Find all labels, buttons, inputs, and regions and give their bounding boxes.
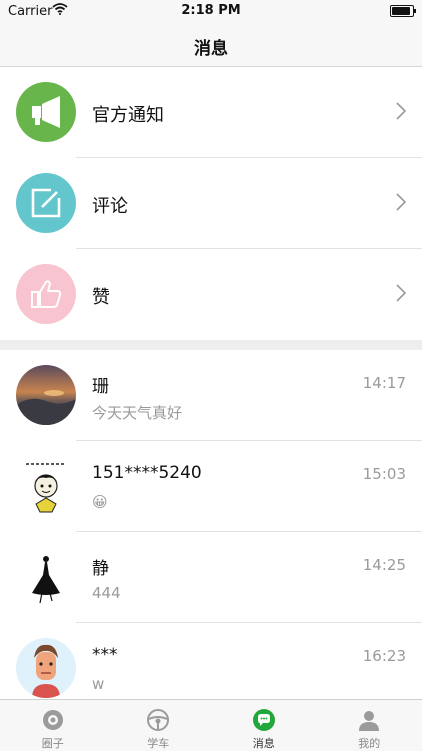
chat-message: 444 — [92, 584, 121, 602]
avatar — [16, 365, 76, 425]
status-time: 2:18 PM — [0, 3, 422, 18]
chat-message: w — [92, 675, 104, 693]
tab-label: 圈子 — [0, 735, 106, 751]
chat-list: 珊 14:17 今天天气真好 151****5240 15:03 😀 — [0, 350, 422, 714]
tab-bar: 圈子 学车 消息 — [0, 699, 422, 751]
system-item-label: 评论 — [92, 192, 128, 218]
chat-row[interactable]: 静 14:25 444 — [0, 532, 422, 623]
chat-name: 静 — [92, 554, 109, 579]
chat-message: 😀 — [92, 493, 108, 511]
chat-time: 15:03 — [363, 465, 406, 483]
chat-message: 今天天气真好 — [92, 402, 182, 423]
system-list: 官方通知 评论 赞 — [0, 67, 422, 340]
person-icon — [357, 708, 381, 732]
chat-name: 珊 — [92, 372, 109, 397]
chat-row[interactable]: 珊 14:17 今天天气真好 — [0, 350, 422, 441]
section-separator — [0, 340, 422, 350]
chevron-right-icon — [396, 102, 406, 124]
circle-community-icon — [41, 708, 65, 732]
chat-bubble-icon — [252, 708, 276, 732]
status-bar: Carrier 2:18 PM — [0, 0, 422, 22]
steering-wheel-icon — [146, 708, 170, 732]
megaphone-icon — [16, 82, 76, 142]
edit-icon — [16, 173, 76, 233]
system-item-likes[interactable]: 赞 — [0, 249, 422, 340]
chat-name: *** — [92, 645, 118, 665]
tab-circle[interactable]: 圈子 — [0, 700, 106, 751]
nav-bar: 消息 — [0, 22, 422, 67]
thumbs-up-icon — [16, 264, 76, 324]
system-item-official-notice[interactable]: 官方通知 — [0, 67, 422, 158]
tab-label: 消息 — [211, 735, 317, 751]
avatar — [16, 456, 76, 516]
battery-icon — [390, 5, 414, 17]
chevron-right-icon — [396, 193, 406, 215]
system-item-label: 官方通知 — [92, 101, 164, 127]
page-title: 消息 — [0, 34, 422, 59]
tab-messages[interactable]: 消息 — [211, 700, 317, 751]
avatar — [16, 638, 76, 698]
chevron-right-icon — [396, 284, 406, 306]
tab-driving[interactable]: 学车 — [106, 700, 212, 751]
chat-time: 14:17 — [363, 374, 406, 392]
chat-row[interactable]: 151****5240 15:03 😀 — [0, 441, 422, 532]
system-item-comments[interactable]: 评论 — [0, 158, 422, 249]
tab-label: 学车 — [106, 735, 212, 751]
chat-time: 14:25 — [363, 556, 406, 574]
chat-time: 16:23 — [363, 647, 406, 665]
tab-label: 我的 — [317, 735, 422, 751]
avatar — [16, 547, 76, 607]
tab-me[interactable]: 我的 — [317, 700, 422, 751]
chat-name: 151****5240 — [92, 463, 202, 483]
system-item-label: 赞 — [92, 283, 110, 309]
